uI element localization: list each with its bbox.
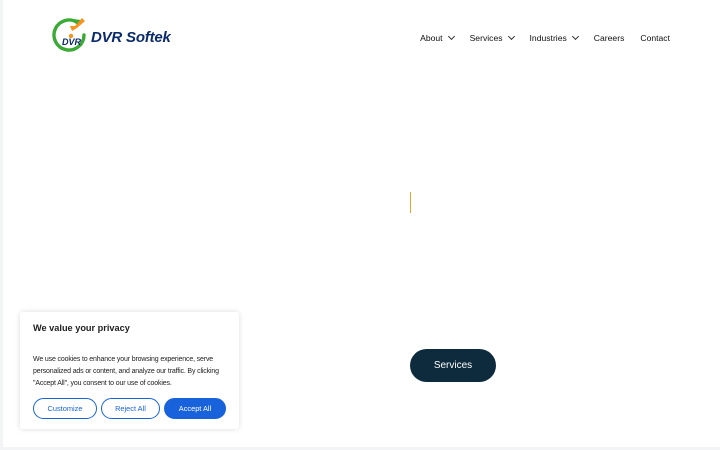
hero-services-button[interactable]: Services [410, 349, 496, 382]
brand-logo[interactable]: DVR DVR Softek [50, 16, 171, 58]
nav-item-label: Contact [640, 33, 670, 43]
accept-all-button[interactable]: Accept All [164, 398, 226, 419]
cookie-banner-description: We use cookies to enhance your browsing … [33, 356, 219, 387]
customize-button[interactable]: Customize [33, 398, 97, 419]
chevron-down-icon [447, 32, 455, 41]
nav-item-label: Services [469, 33, 503, 43]
main-navigation: About Services Industries Careers Contac… [420, 30, 670, 46]
nav-item-careers[interactable]: Careers [594, 33, 625, 43]
cookie-consent-banner: We value your privacy We use cookies to … [20, 312, 239, 429]
site-header: DVR DVR Softek About Services Industries… [0, 0, 720, 76]
nav-item-industries[interactable]: Industries [529, 32, 579, 43]
nav-item-label: Industries [529, 33, 567, 43]
nav-item-about[interactable]: About [420, 32, 455, 43]
nav-item-services[interactable]: Services [469, 32, 515, 43]
nav-item-contact[interactable]: Contact [640, 33, 670, 43]
typing-cursor [410, 192, 411, 213]
chevron-down-icon [507, 32, 515, 41]
svg-text:DVR: DVR [62, 37, 82, 47]
reject-all-button[interactable]: Reject All [101, 398, 160, 419]
brand-name: DVR Softek [91, 28, 171, 46]
logo-emblem-icon: DVR [50, 16, 90, 58]
nav-item-label: About [420, 33, 443, 43]
cookie-banner-actions: Customize Reject All Accept All [33, 398, 226, 419]
chevron-down-icon [571, 32, 579, 41]
nav-item-label: Careers [593, 33, 625, 43]
cookie-banner-title: We value your privacy [33, 323, 130, 333]
